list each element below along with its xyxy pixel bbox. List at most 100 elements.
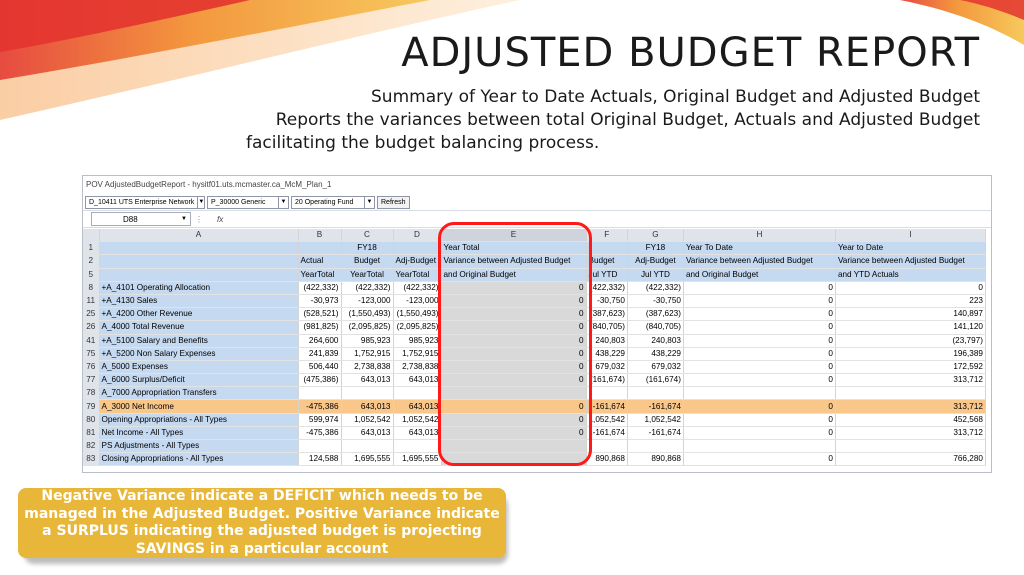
pov-fund-dropdown[interactable]: 20 Operating Fund ▼ <box>291 195 375 209</box>
cell-a[interactable]: PS Adjustments - All Types <box>99 439 299 454</box>
cell-a[interactable]: A_6000 Surplus/Deficit <box>99 373 299 388</box>
cell-c[interactable] <box>341 386 394 401</box>
cell-f[interactable]: -161,674 <box>586 426 628 441</box>
cell-d[interactable]: 2,738,838 <box>393 360 442 375</box>
cell-a[interactable]: +A_4101 Operating Allocation <box>99 281 299 295</box>
cell-h[interactable]: 0 <box>683 426 836 441</box>
cell-h[interactable]: 0 <box>683 347 836 361</box>
cell-a[interactable] <box>99 241 299 256</box>
cell-d[interactable]: (1,550,493) <box>393 307 442 322</box>
cell-i[interactable]: (23,797) <box>835 334 986 348</box>
row-number[interactable]: 82 <box>83 439 100 454</box>
cell-h[interactable]: 0 <box>683 294 836 309</box>
cell-g[interactable]: (422,332) <box>627 281 684 295</box>
cell-h[interactable]: 0 <box>683 307 836 322</box>
cell-b[interactable]: -30,973 <box>298 294 342 309</box>
cell-d[interactable]: 1,752,915 <box>393 347 442 361</box>
cell-c[interactable]: 643,013 <box>341 373 394 388</box>
row-number[interactable]: 11 <box>83 294 100 309</box>
cell-a[interactable] <box>99 268 299 282</box>
cell-i[interactable] <box>835 386 986 401</box>
cell-i[interactable]: 313,712 <box>835 373 986 388</box>
refresh-button[interactable]: Refresh <box>377 195 410 209</box>
row-number[interactable]: 5 <box>83 268 100 282</box>
cell-g[interactable]: 1,052,542 <box>627 413 684 427</box>
cell-h[interactable]: Variance between Adjusted Budget <box>683 254 836 269</box>
cell-b[interactable] <box>298 439 342 454</box>
cell-d[interactable]: 1,052,542 <box>393 413 442 427</box>
cell-g[interactable]: (387,623) <box>627 307 684 322</box>
cell-c[interactable]: Budget <box>341 254 394 269</box>
cell-i[interactable]: 223 <box>835 294 986 309</box>
row-number[interactable]: 78 <box>83 386 100 401</box>
cell-b[interactable]: (422,332) <box>298 281 342 295</box>
column-header-i[interactable]: I <box>835 229 986 243</box>
row-number[interactable]: 8 <box>83 281 100 295</box>
cell-g[interactable]: -161,674 <box>627 426 684 441</box>
cell-i[interactable]: Variance between Adjusted Budget <box>835 254 986 269</box>
cell-a[interactable]: +A_5200 Non Salary Expenses <box>99 347 299 361</box>
cell-i[interactable]: 141,120 <box>835 320 986 335</box>
cell-f[interactable]: 240,803 <box>586 334 628 348</box>
cell-f[interactable]: (387,623) <box>586 307 628 322</box>
cell-b[interactable]: (981,825) <box>298 320 342 335</box>
cell-c[interactable]: FY18 <box>341 241 394 256</box>
column-header-d[interactable]: D <box>393 229 442 243</box>
cell-f[interactable]: Budget <box>586 254 628 269</box>
cell-a[interactable]: +A_4130 Sales <box>99 294 299 309</box>
row-number[interactable]: 83 <box>83 452 100 467</box>
cell-g[interactable]: -161,674 <box>627 399 684 414</box>
cell-c[interactable]: YearTotal <box>341 268 394 282</box>
cell-g[interactable]: Jul YTD <box>627 268 684 282</box>
cell-i[interactable]: 452,568 <box>835 413 986 427</box>
cell-g[interactable]: -30,750 <box>627 294 684 309</box>
cell-f[interactable] <box>586 386 628 401</box>
cell-f[interactable]: 679,032 <box>586 360 628 375</box>
cell-f[interactable]: 1,052,542 <box>586 413 628 427</box>
cell-h[interactable]: 0 <box>683 373 836 388</box>
cell-b[interactable]: 264,600 <box>298 334 342 348</box>
cell-i[interactable]: 172,592 <box>835 360 986 375</box>
row-number[interactable]: 2 <box>83 254 100 269</box>
cell-h[interactable]: 0 <box>683 360 836 375</box>
cell-f[interactable]: 890,868 <box>586 452 628 467</box>
cell-b[interactable]: 241,839 <box>298 347 342 361</box>
fx-icon[interactable]: fx <box>217 215 223 224</box>
cell-h[interactable]: Year To Date <box>683 241 836 256</box>
pov-entity-dropdown[interactable]: D_10411 UTS Enterprise Network ▼ <box>85 195 205 209</box>
cell-h[interactable]: 0 <box>683 452 836 467</box>
cell-h[interactable] <box>683 439 836 454</box>
cell-d[interactable]: (422,332) <box>393 281 442 295</box>
cell-b[interactable]: 506,440 <box>298 360 342 375</box>
cell-c[interactable]: 1,052,542 <box>341 413 394 427</box>
cell-f[interactable]: -161,674 <box>586 399 628 414</box>
cell-h[interactable]: 0 <box>683 413 836 427</box>
cell-g[interactable]: (161,674) <box>627 373 684 388</box>
cell-c[interactable]: 1,752,915 <box>341 347 394 361</box>
cell-c[interactable]: (2,095,825) <box>341 320 394 335</box>
cell-g[interactable]: (840,705) <box>627 320 684 335</box>
row-number[interactable]: 75 <box>83 347 100 361</box>
row-number[interactable]: 76 <box>83 360 100 375</box>
row-number[interactable]: 77 <box>83 373 100 388</box>
cell-h[interactable] <box>683 386 836 401</box>
cell-i[interactable]: 313,712 <box>835 399 986 414</box>
cell-b[interactable] <box>298 386 342 401</box>
cell-f[interactable]: -30,750 <box>586 294 628 309</box>
cell-f[interactable]: Jul YTD <box>586 268 628 282</box>
cell-d[interactable]: (2,095,825) <box>393 320 442 335</box>
cell-d[interactable]: Adj-Budget <box>393 254 442 269</box>
name-box[interactable]: D88 ▼ <box>91 212 191 226</box>
cell-c[interactable]: 985,923 <box>341 334 394 348</box>
cell-c[interactable]: 2,738,838 <box>341 360 394 375</box>
cell-a[interactable] <box>99 254 299 269</box>
row-number[interactable]: 1 <box>83 241 100 256</box>
cell-g[interactable]: 890,868 <box>627 452 684 467</box>
column-header-f[interactable]: F <box>586 229 628 243</box>
cell-h[interactable]: 0 <box>683 320 836 335</box>
select-all-corner[interactable] <box>83 229 100 243</box>
cell-c[interactable]: 1,695,555 <box>341 452 394 467</box>
cell-b[interactable] <box>298 241 342 256</box>
cell-a[interactable]: A_7000 Appropriation Transfers <box>99 386 299 401</box>
cell-g[interactable]: 679,032 <box>627 360 684 375</box>
